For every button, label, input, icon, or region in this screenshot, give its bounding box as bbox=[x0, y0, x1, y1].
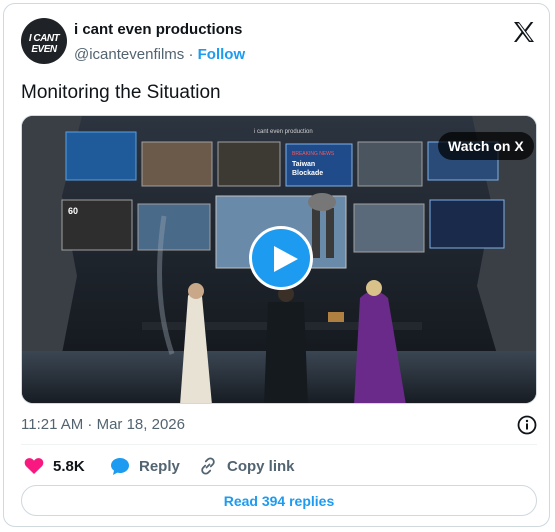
overlay-caption: i cant even production bbox=[254, 129, 313, 135]
x-logo-icon[interactable] bbox=[512, 20, 536, 44]
reply-label: Reply bbox=[139, 457, 180, 475]
author-display-name[interactable]: i cant even productions bbox=[74, 21, 242, 38]
copy-link-label: Copy link bbox=[227, 457, 295, 475]
video-player[interactable]: BREAKING NEWS Taiwan Blockade 60 i cant … bbox=[21, 115, 537, 404]
author-handle-row: @icantevenfilms · Follow bbox=[74, 46, 245, 63]
like-button[interactable]: 5.8K bbox=[24, 455, 85, 477]
reply-button[interactable]: Reply bbox=[110, 455, 180, 477]
like-count: 5.8K bbox=[53, 457, 85, 475]
watch-on-x-button[interactable]: Watch on X bbox=[438, 132, 534, 160]
separator-dot: · bbox=[188, 46, 194, 63]
link-icon bbox=[201, 457, 215, 475]
heart-icon bbox=[24, 458, 44, 474]
reply-bubble-icon bbox=[111, 457, 129, 475]
copy-link-button[interactable]: Copy link bbox=[198, 455, 295, 477]
breaking-label: BREAKING NEWS bbox=[292, 151, 335, 157]
avatar[interactable]: I CANT EVEN bbox=[21, 18, 67, 64]
tweet-card: I CANT EVEN i cant even productions @ica… bbox=[3, 3, 550, 527]
follow-button[interactable]: Follow bbox=[198, 46, 246, 63]
author-handle[interactable]: @icantevenfilms bbox=[74, 46, 184, 63]
info-icon[interactable] bbox=[516, 414, 538, 436]
tweet-timestamp[interactable]: 11:21 AM · Mar 18, 2026 bbox=[21, 416, 185, 433]
avatar-logo-text: I CANT EVEN bbox=[28, 33, 60, 55]
taiwan-label: Taiwan bbox=[292, 161, 315, 168]
sixty-minutes-label: 60 bbox=[68, 206, 78, 216]
blockade-label: Blockade bbox=[292, 170, 323, 177]
read-replies-button[interactable]: Read 394 replies bbox=[21, 485, 537, 516]
tweet-text: Monitoring the Situation bbox=[21, 82, 221, 103]
divider bbox=[21, 444, 537, 445]
play-button[interactable] bbox=[249, 226, 313, 290]
play-icon bbox=[274, 246, 298, 272]
